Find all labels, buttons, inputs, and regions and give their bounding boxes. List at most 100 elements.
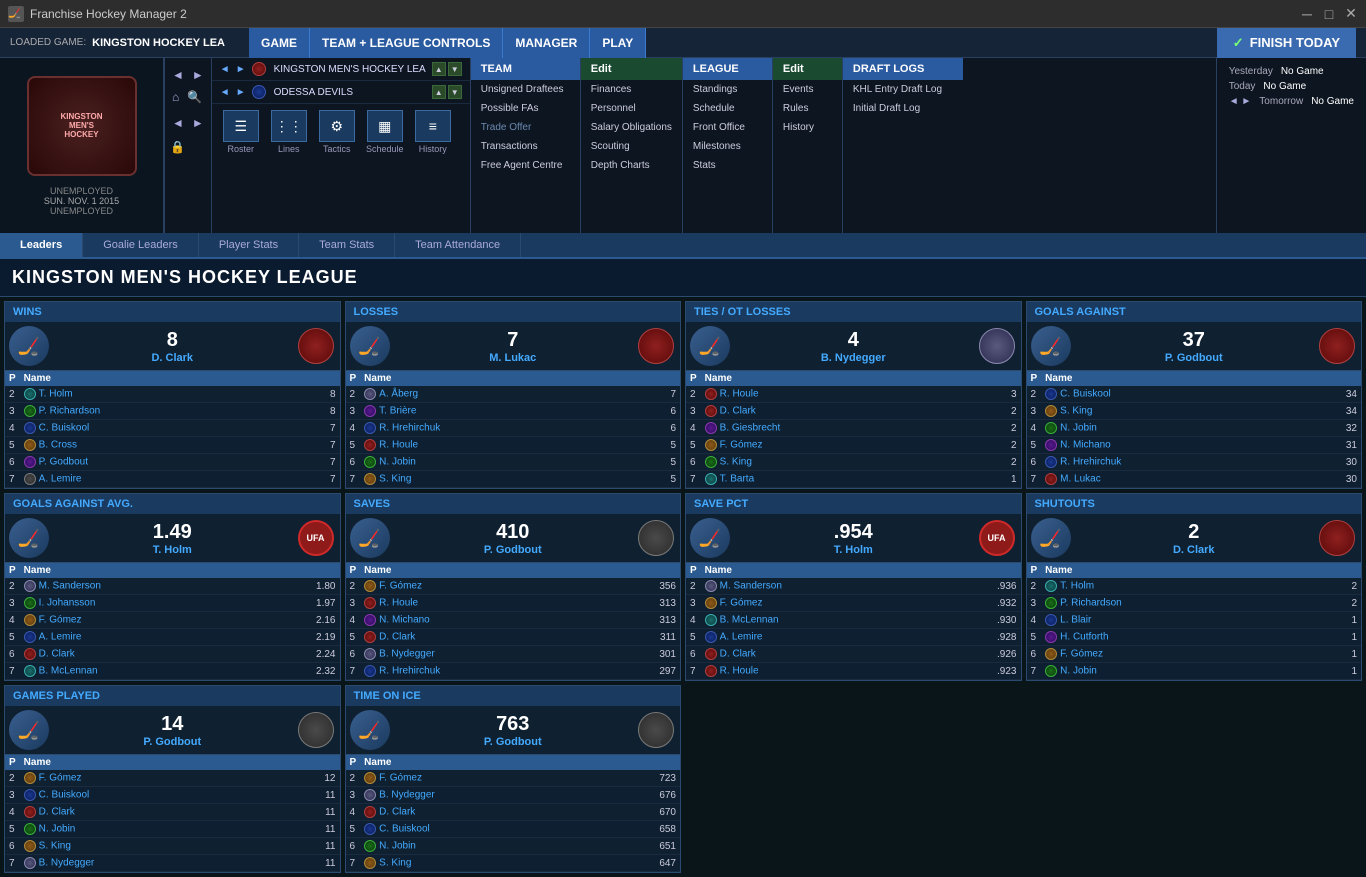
table-row[interactable]: 3P. Richardson2 bbox=[1027, 595, 1362, 612]
table-row[interactable]: 7A. Lemire7 bbox=[5, 471, 340, 488]
team-row-odessa[interactable]: ◄ ► ODESSA DEVILS ▲ ▼ bbox=[212, 81, 470, 104]
table-row[interactable]: 6S. King2 bbox=[686, 454, 1021, 471]
team-down2-icon[interactable]: ▼ bbox=[448, 85, 462, 99]
table-row[interactable]: 3T. Brière6 bbox=[346, 403, 681, 420]
table-row[interactable]: 5C. Buiskool658 bbox=[346, 821, 681, 838]
table-row[interactable]: 4L. Blair1 bbox=[1027, 612, 1362, 629]
front-office-item[interactable]: Front Office bbox=[683, 118, 772, 137]
edit-team-title[interactable]: Edit bbox=[581, 58, 682, 80]
table-row[interactable]: 2M. Sanderson1.80 bbox=[5, 578, 340, 595]
league-schedule-item[interactable]: Schedule bbox=[683, 99, 772, 118]
arrow-left2-icon[interactable]: ◄ bbox=[169, 114, 187, 132]
table-row[interactable]: 2A. Åberg7 bbox=[346, 386, 681, 403]
table-row[interactable]: 3I. Johansson1.97 bbox=[5, 595, 340, 612]
team-down-icon[interactable]: ▼ bbox=[448, 62, 462, 76]
initial-draft-log-item[interactable]: Initial Draft Log bbox=[843, 99, 963, 118]
table-row[interactable]: 5H. Cutforth1 bbox=[1027, 629, 1362, 646]
close-button[interactable]: ✕ bbox=[1344, 7, 1358, 21]
tab-team-attendance[interactable]: Team Attendance bbox=[395, 233, 521, 257]
trade-offer-item[interactable]: Trade Offer bbox=[471, 118, 580, 137]
table-row[interactable]: 5N. Jobin11 bbox=[5, 821, 340, 838]
table-row[interactable]: 3F. Gómez.932 bbox=[686, 595, 1021, 612]
table-row[interactable]: 4R. Hrehirchuk6 bbox=[346, 420, 681, 437]
transactions-item[interactable]: Transactions bbox=[471, 137, 580, 156]
table-row[interactable]: 5R. Houle5 bbox=[346, 437, 681, 454]
personnel-item[interactable]: Personnel bbox=[581, 99, 682, 118]
table-row[interactable]: 7R. Houle.923 bbox=[686, 663, 1021, 680]
table-row[interactable]: 3B. Nydegger676 bbox=[346, 787, 681, 804]
finances-item[interactable]: Finances bbox=[581, 80, 682, 99]
table-row[interactable]: 7M. Lukac30 bbox=[1027, 471, 1362, 488]
manager-menu-btn[interactable]: MANAGER bbox=[503, 28, 590, 58]
table-row[interactable]: 7S. King647 bbox=[346, 855, 681, 872]
arrow-right-icon[interactable]: ► bbox=[189, 66, 207, 84]
team-up-icon[interactable]: ▲ bbox=[432, 62, 446, 76]
table-row[interactable]: 3D. Clark2 bbox=[686, 403, 1021, 420]
table-row[interactable]: 6B. Nydegger301 bbox=[346, 646, 681, 663]
table-row[interactable]: 4D. Clark670 bbox=[346, 804, 681, 821]
league-dropdown-title[interactable]: LEAGUE bbox=[683, 58, 772, 80]
edit-league-title[interactable]: Edit bbox=[773, 58, 842, 80]
history-nav-item[interactable]: ≡ History bbox=[412, 110, 454, 154]
standings-item[interactable]: Standings bbox=[683, 80, 772, 99]
depth-charts-item[interactable]: Depth Charts bbox=[581, 156, 682, 175]
search-icon[interactable]: 🔍 bbox=[184, 88, 205, 106]
table-row[interactable]: 7B. Nydegger11 bbox=[5, 855, 340, 872]
lines-nav-item[interactable]: ⋮⋮ Lines bbox=[268, 110, 310, 154]
table-row[interactable]: 2C. Buiskool34 bbox=[1027, 386, 1362, 403]
draft-logs-title[interactable]: DRAFT LOGS bbox=[843, 58, 963, 80]
table-row[interactable]: 3R. Houle313 bbox=[346, 595, 681, 612]
table-row[interactable]: 7S. King5 bbox=[346, 471, 681, 488]
milestones-item[interactable]: Milestones bbox=[683, 137, 772, 156]
salary-obligations-item[interactable]: Salary Obligations bbox=[581, 118, 682, 137]
table-row[interactable]: 4F. Gómez2.16 bbox=[5, 612, 340, 629]
table-row[interactable]: 5A. Lemire.928 bbox=[686, 629, 1021, 646]
team-row-kingston[interactable]: ◄ ► KINGSTON MEN'S HOCKEY LEA ▲ ▼ bbox=[212, 58, 470, 81]
table-row[interactable]: 5D. Clark311 bbox=[346, 629, 681, 646]
possible-fas-item[interactable]: Possible FAs bbox=[471, 99, 580, 118]
maximize-button[interactable]: □ bbox=[1322, 7, 1336, 21]
tab-leaders[interactable]: Leaders bbox=[0, 233, 83, 257]
scouting-item[interactable]: Scouting bbox=[581, 137, 682, 156]
minimize-button[interactable]: ─ bbox=[1300, 7, 1314, 21]
table-row[interactable]: 7T. Barta1 bbox=[686, 471, 1021, 488]
table-row[interactable]: 6N. Jobin651 bbox=[346, 838, 681, 855]
rules-item[interactable]: Rules bbox=[773, 99, 842, 118]
table-row[interactable]: 2T. Holm8 bbox=[5, 386, 340, 403]
table-row[interactable]: 6R. Hrehirchuk30 bbox=[1027, 454, 1362, 471]
table-row[interactable]: 4C. Buiskool7 bbox=[5, 420, 340, 437]
table-row[interactable]: 6N. Jobin5 bbox=[346, 454, 681, 471]
play-menu-btn[interactable]: PLAY bbox=[590, 28, 646, 58]
table-row[interactable]: 7R. Hrehirchuk297 bbox=[346, 663, 681, 680]
table-row[interactable]: 2T. Holm2 bbox=[1027, 578, 1362, 595]
table-row[interactable]: 6P. Godbout7 bbox=[5, 454, 340, 471]
table-row[interactable]: 3P. Richardson8 bbox=[5, 403, 340, 420]
table-row[interactable]: 6D. Clark.926 bbox=[686, 646, 1021, 663]
team-up2-icon[interactable]: ▲ bbox=[432, 85, 446, 99]
table-row[interactable]: 3S. King34 bbox=[1027, 403, 1362, 420]
table-row[interactable]: 5F. Gómez2 bbox=[686, 437, 1021, 454]
table-row[interactable]: 5A. Lemire2.19 bbox=[5, 629, 340, 646]
lock-icon[interactable]: 🔒 bbox=[170, 140, 185, 154]
table-row[interactable]: 5B. Cross7 bbox=[5, 437, 340, 454]
table-row[interactable]: 6F. Gómez1 bbox=[1027, 646, 1362, 663]
league-history-item[interactable]: History bbox=[773, 118, 842, 137]
home-icon[interactable]: ⌂ bbox=[169, 88, 182, 106]
table-row[interactable]: 4D. Clark11 bbox=[5, 804, 340, 821]
team-dropdown-title[interactable]: TEAM bbox=[471, 58, 580, 80]
table-row[interactable]: 4N. Jobin32 bbox=[1027, 420, 1362, 437]
table-row[interactable]: 2R. Houle3 bbox=[686, 386, 1021, 403]
finish-today-button[interactable]: ✓ FINISH TODAY bbox=[1217, 28, 1356, 58]
table-row[interactable]: 2M. Sanderson.936 bbox=[686, 578, 1021, 595]
table-row[interactable]: 2F. Gómez356 bbox=[346, 578, 681, 595]
tactics-nav-item[interactable]: ⚙ Tactics bbox=[316, 110, 358, 154]
unsigned-draftees-item[interactable]: Unsigned Draftees bbox=[471, 80, 580, 99]
table-row[interactable]: 4B. McLennan.930 bbox=[686, 612, 1021, 629]
schedule-nav-item[interactable]: ▦ Schedule bbox=[364, 110, 406, 154]
table-row[interactable]: 7N. Jobin1 bbox=[1027, 663, 1362, 680]
stats-item[interactable]: Stats bbox=[683, 156, 772, 175]
roster-nav-item[interactable]: ☰ Roster bbox=[220, 110, 262, 154]
table-row[interactable]: 4N. Michano313 bbox=[346, 612, 681, 629]
tab-goalie-leaders[interactable]: Goalie Leaders bbox=[83, 233, 199, 257]
table-row[interactable]: 6S. King11 bbox=[5, 838, 340, 855]
